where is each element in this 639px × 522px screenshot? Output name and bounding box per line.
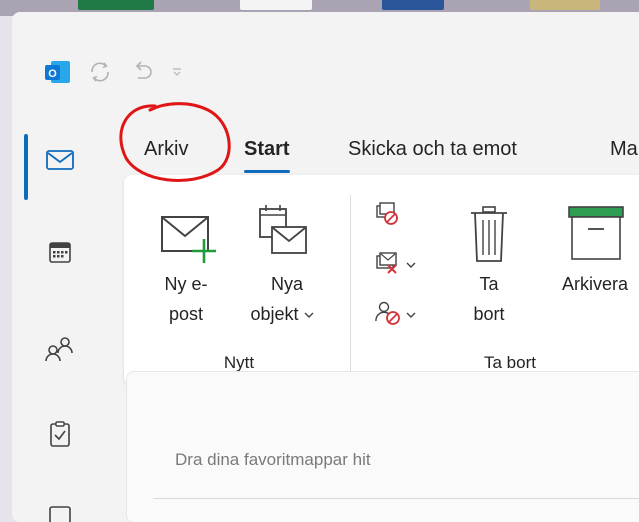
clean-up-icon: [376, 252, 397, 274]
mail-icon: [46, 150, 74, 170]
ribbon: Ny e- post Nya objekt Nytt Ta bort Arkiv…: [124, 175, 639, 385]
new-email-label-2: post: [168, 304, 204, 324]
more-icon: [49, 506, 71, 522]
archive-button[interactable]: Arkivera: [540, 189, 639, 339]
favorites-drop-zone[interactable]: Dra dina favoritmappar hit: [175, 450, 371, 470]
new-items-icon: [259, 205, 307, 254]
trash-icon: [471, 206, 507, 262]
background-app-blue: [382, 0, 444, 10]
new-items-button[interactable]: Nya objekt: [232, 189, 342, 339]
group-separator: [350, 195, 351, 371]
background-app-green: [78, 0, 154, 10]
chevron-down-icon: [304, 312, 314, 319]
tasks-icon: [50, 421, 70, 447]
ignore-button[interactable]: [374, 201, 414, 235]
delete-label-1: Ta: [479, 274, 499, 294]
nav-tasks[interactable]: [40, 414, 80, 454]
nav-people[interactable]: [40, 328, 80, 368]
clean-up-button[interactable]: [374, 251, 434, 285]
archive-label: Arkivera: [561, 274, 628, 294]
outlook-window: O Arkiv Start Skicka och ta emot Ma Ny e…: [12, 12, 639, 522]
delete-button[interactable]: Ta bort: [454, 189, 524, 339]
ignore-icon: [376, 202, 398, 225]
background-app-yellow: [530, 0, 600, 10]
favorites-divider: [153, 498, 639, 499]
undo-icon[interactable]: [128, 58, 156, 86]
new-mail-icon: [161, 216, 216, 263]
junk-button[interactable]: [374, 299, 434, 333]
new-email-label-1: Ny e-: [164, 274, 208, 294]
delete-label-2: bort: [473, 304, 505, 324]
nav-mail[interactable]: [40, 140, 80, 180]
calendar-icon: [49, 242, 71, 263]
chevron-down-icon: [406, 262, 416, 268]
nav-calendar[interactable]: [40, 232, 80, 272]
chevron-down-icon: [406, 312, 416, 318]
nav-more[interactable]: [40, 494, 80, 522]
junk-icon: [375, 301, 400, 325]
background-app-white: [240, 0, 312, 10]
group-label-delete: Ta bort: [484, 353, 536, 372]
navigation-rail: [12, 12, 108, 522]
tab-home[interactable]: Start: [240, 130, 294, 173]
tab-more-truncated[interactable]: Ma: [606, 130, 639, 169]
new-items-label-text: objekt: [250, 304, 299, 324]
customize-dropdown-icon[interactable]: [170, 65, 184, 79]
tab-file[interactable]: Arkiv: [140, 130, 192, 169]
active-indicator: [24, 134, 28, 200]
new-items-label-1: Nya: [270, 274, 303, 294]
new-email-button[interactable]: Ny e- post: [144, 189, 228, 339]
people-icon: [45, 337, 73, 362]
tab-send-receive[interactable]: Skicka och ta emot: [344, 130, 521, 169]
archive-icon: [568, 206, 624, 260]
folder-pane: Dra dina favoritmappar hit: [126, 371, 639, 522]
new-items-label-2: objekt: [232, 299, 332, 329]
group-label-new: Nytt: [223, 353, 255, 372]
